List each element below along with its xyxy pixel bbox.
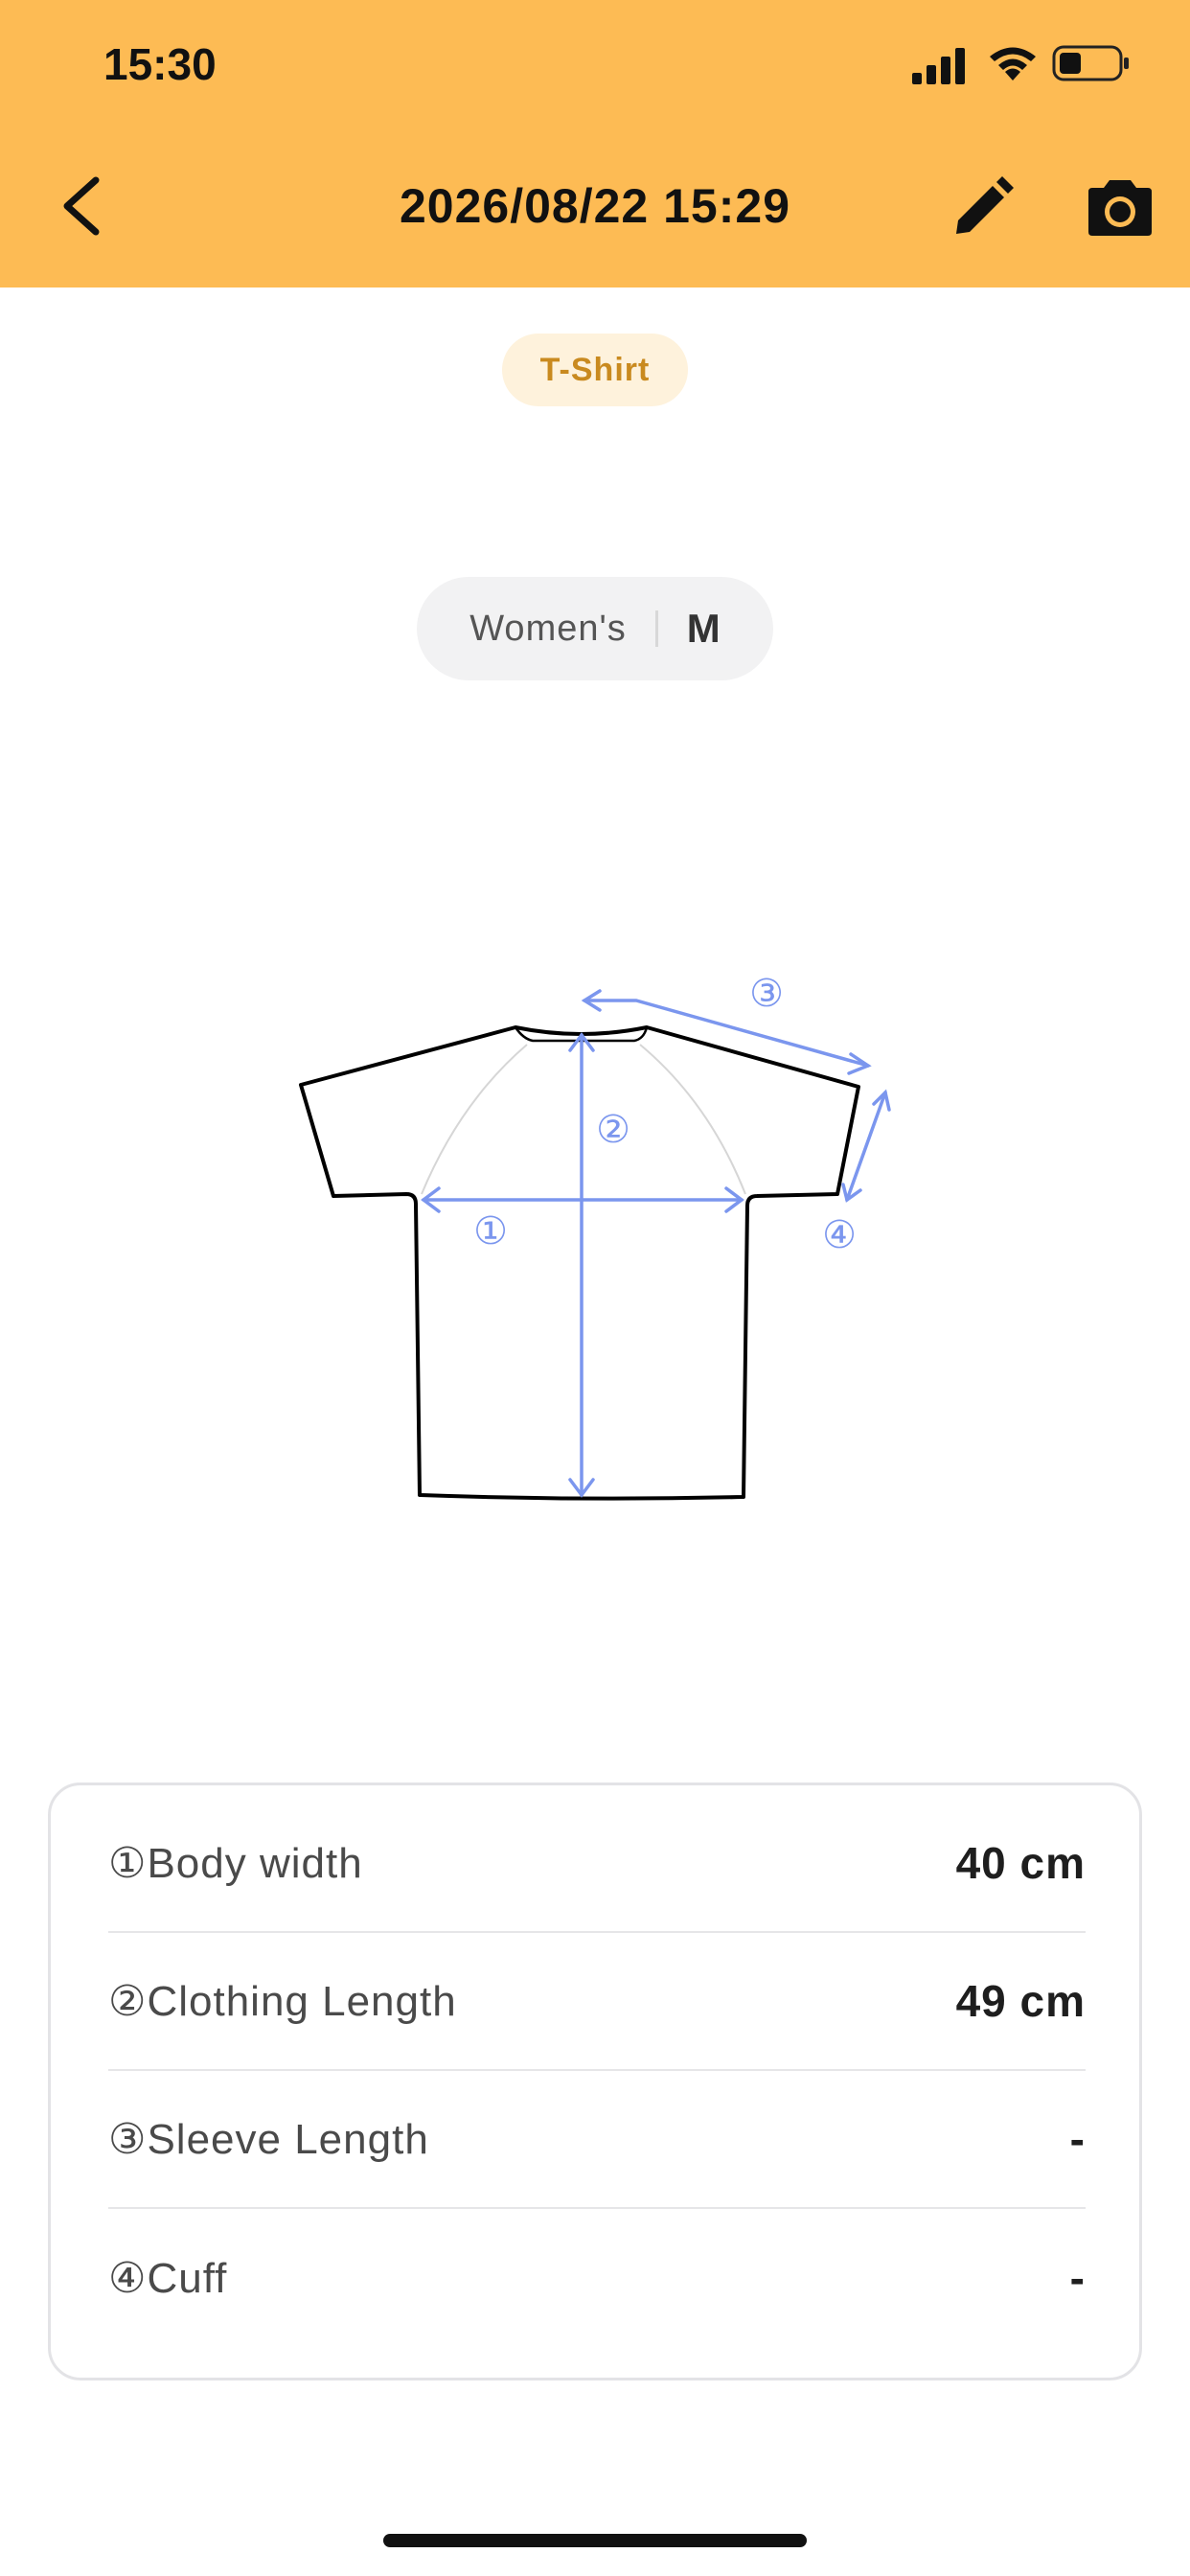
marker-4: ④	[822, 1213, 857, 1257]
measurement-label: ④Cuff	[108, 2254, 228, 2302]
marker-1: ①	[473, 1209, 508, 1254]
size-gender: Women's	[469, 608, 627, 649]
camera-icon[interactable]	[1085, 174, 1156, 242]
home-indicator[interactable]	[383, 2534, 807, 2547]
category-chip: T-Shirt	[502, 334, 688, 406]
wifi-icon	[990, 47, 1036, 80]
marker-3: ③	[749, 972, 784, 1016]
measurement-label: ②Clothing Length	[108, 1977, 457, 2025]
measurement-row: ②Clothing Length 49 cm	[108, 1933, 1086, 2071]
measurement-label: ①Body width	[108, 1839, 363, 1887]
marker-2: ②	[596, 1108, 630, 1152]
tshirt-measurement-diagram: ① ② ③ ④	[299, 972, 891, 1501]
measurement-row: ④Cuff -	[108, 2209, 1086, 2347]
battery-icon	[1052, 45, 1129, 81]
measurement-label: ③Sleeve Length	[108, 2115, 429, 2163]
size-selector: Women's M	[417, 577, 773, 680]
measure-line-clothing-length	[568, 1032, 595, 1498]
measurement-value: 40 cm	[955, 1838, 1086, 1888]
cellular-signal-icon	[912, 48, 965, 84]
measurement-row: ①Body width 40 cm	[108, 1795, 1086, 1933]
measure-line-cuff	[841, 1089, 891, 1203]
measurement-row: ③Sleeve Length -	[108, 2071, 1086, 2209]
tshirt-outline	[299, 1025, 860, 1501]
edit-pencil-icon[interactable]	[949, 174, 1016, 242]
measurement-value: -	[1069, 2253, 1086, 2303]
header-bar: 15:30 2026/08/22 15:29	[0, 0, 1190, 288]
status-time: 15:30	[103, 39, 217, 89]
measurement-value: -	[1069, 2114, 1086, 2164]
tshirt-seam-right	[639, 1044, 746, 1195]
size-divider	[654, 610, 658, 647]
measurement-value: 49 cm	[955, 1976, 1086, 2026]
size-value: M	[686, 606, 721, 651]
tshirt-seam-left	[421, 1044, 528, 1195]
measurement-card: ①Body width 40 cm ②Clothing Length 49 cm…	[48, 1782, 1142, 2380]
